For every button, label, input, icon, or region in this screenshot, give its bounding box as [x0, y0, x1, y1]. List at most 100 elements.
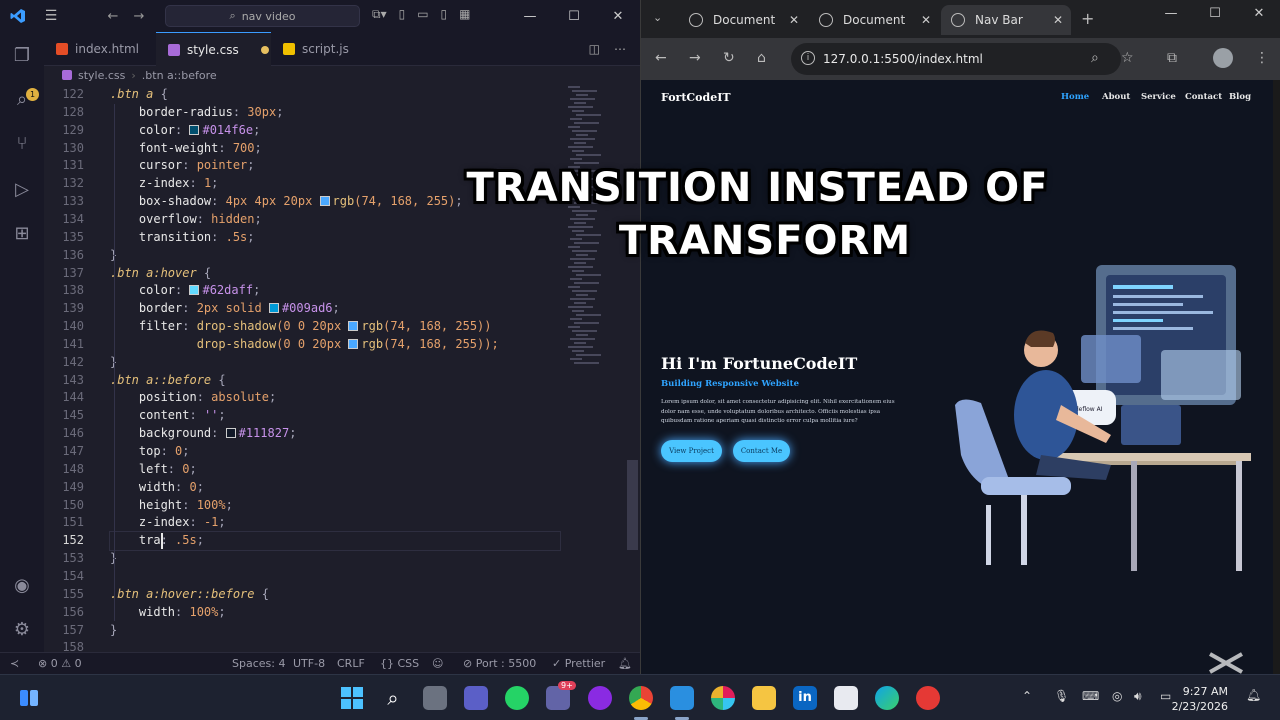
prettier-status[interactable]: ✓ Prettier	[552, 657, 605, 670]
close-tab-icon[interactable]: ✕	[1053, 13, 1063, 27]
tab-search-icon[interactable]: ⌄	[653, 11, 662, 24]
file-explorer-icon[interactable]	[752, 686, 776, 710]
color-swatch-icon[interactable]	[348, 338, 359, 349]
tab-index-html[interactable]: index.html	[44, 32, 156, 66]
code-line[interactable]: 153}	[44, 550, 564, 568]
unsaved-dot-icon[interactable]	[260, 45, 269, 54]
copilot-icon[interactable]: ⧉▾	[372, 7, 387, 22]
edge-icon[interactable]	[875, 686, 899, 710]
bookmark-star-icon[interactable]: ☆	[1121, 50, 1134, 66]
breadcrumb-file[interactable]: style.css	[78, 69, 125, 82]
start-windows-icon[interactable]	[340, 686, 364, 710]
back-arrow-icon[interactable]: ←	[655, 50, 667, 66]
zoom-icon[interactable]: ⌕	[1091, 50, 1099, 66]
code-line[interactable]: 140 filter: drop-shadow(0 0 20px rgb(74,…	[44, 318, 564, 336]
slack-icon[interactable]	[711, 686, 735, 710]
search-icon[interactable]: ⌕	[10, 88, 34, 112]
tab-script-js[interactable]: script.js	[271, 32, 371, 66]
chevron-up-icon[interactable]: ⌃	[1022, 689, 1032, 703]
recorder-icon[interactable]	[916, 686, 940, 710]
toggle-panel-icon[interactable]: ▭	[417, 7, 428, 22]
profile-avatar[interactable]	[1213, 48, 1233, 68]
command-search[interactable]: ⌕ nav video	[165, 5, 360, 27]
menu-kebab-icon[interactable]: ⋮	[1255, 50, 1269, 66]
settings-gear-icon[interactable]: ⚙	[10, 618, 34, 642]
extensions-puzzle-icon[interactable]: ⧉	[1167, 50, 1177, 66]
vscode-taskbar-icon[interactable]	[670, 686, 694, 710]
code-line[interactable]: 148 left: 0;	[44, 461, 564, 479]
maximize-icon[interactable]: ☐	[552, 9, 596, 24]
nav-service[interactable]: Service	[1141, 92, 1176, 102]
browser-tab-nav-bar[interactable]: Nav Bar ✕	[941, 5, 1071, 35]
back-arrow-icon[interactable]: ←	[100, 9, 126, 24]
indentation-status[interactable]: Spaces: 4	[232, 657, 285, 670]
live-server-status[interactable]: ⊘ Port : 5500	[463, 657, 536, 670]
close-tab-icon[interactable]: ✕	[921, 13, 931, 27]
customize-layout-icon[interactable]: ▦	[459, 7, 470, 22]
app-icon[interactable]	[588, 686, 612, 710]
linkedin-icon[interactable]: in	[793, 686, 817, 710]
code-line[interactable]: 128 border-radius: 30px;	[44, 104, 564, 122]
code-line[interactable]: 122 .btn a {	[44, 86, 564, 104]
code-line[interactable]: 137 .btn a:hover {	[44, 265, 564, 283]
tab-style-css[interactable]: style.css	[156, 32, 271, 66]
new-tab-plus-icon[interactable]: +	[1081, 9, 1094, 28]
code-line[interactable]: 146 background: #111827;	[44, 425, 564, 443]
account-icon[interactable]: ◉	[10, 574, 34, 598]
code-line[interactable]: 130 font-weight: 700;	[44, 140, 564, 158]
remote-icon[interactable]: ≺	[10, 657, 19, 670]
maximize-icon[interactable]: ☐	[1193, 6, 1237, 21]
minimize-icon[interactable]: —	[1149, 6, 1193, 21]
code-line[interactable]: 158	[44, 639, 564, 652]
microphone-icon[interactable]: 🎙︎	[1054, 689, 1069, 703]
more-actions-icon[interactable]: ⋯	[614, 42, 626, 56]
close-icon[interactable]: ✕	[1237, 6, 1280, 21]
language-status[interactable]: {} CSS	[380, 657, 419, 670]
color-swatch-icon[interactable]	[189, 285, 200, 296]
eol-status[interactable]: CRLF	[337, 657, 365, 670]
copilot-status-icon[interactable]: ☺	[432, 657, 443, 670]
notification-bell-icon[interactable]: 🔔︎	[1246, 688, 1261, 702]
problems-indicator[interactable]: ⊗ 0 ⚠ 0	[38, 657, 82, 670]
nav-contact[interactable]: Contact	[1185, 92, 1222, 102]
toggle-sidebar-icon[interactable]: ▯	[399, 7, 406, 22]
close-icon[interactable]: ✕	[596, 9, 640, 24]
nav-about[interactable]: About	[1102, 92, 1130, 102]
code-line[interactable]: 139 border: 2px solid #009ad6;	[44, 300, 564, 318]
widgets-icon[interactable]	[18, 687, 40, 709]
task-view-icon[interactable]	[423, 686, 447, 710]
explorer-icon[interactable]: ❐	[10, 44, 34, 68]
menu-icon[interactable]: ☰	[36, 8, 66, 24]
code-line[interactable]: 151 z-index: -1;	[44, 514, 564, 532]
code-line[interactable]: 129 color: #014f6e;	[44, 122, 564, 140]
code-line[interactable]: 155 .btn a:hover::before {	[44, 586, 564, 604]
volume-icon[interactable]: 🔊︎	[1134, 689, 1142, 704]
browser-tab-document-2[interactable]: Document ✕	[809, 5, 939, 35]
close-tab-icon[interactable]: ✕	[789, 13, 799, 27]
breadcrumb-symbol[interactable]: .btn a::before	[142, 69, 217, 82]
split-editor-icon[interactable]: ◫	[589, 42, 600, 56]
address-bar[interactable]: i 127.0.0.1:5500/index.html	[791, 43, 1121, 75]
code-line[interactable]: 145 content: '';	[44, 407, 564, 425]
notifications-bell-icon[interactable]: 🔔︎	[618, 657, 632, 670]
toggle-secondary-sidebar-icon[interactable]: ▯	[441, 7, 448, 22]
encoding-status[interactable]: UTF-8	[293, 657, 325, 670]
battery-icon[interactable]: ▭	[1160, 689, 1171, 703]
search-icon[interactable]: ⌕	[381, 686, 405, 710]
site-info-icon[interactable]: i	[801, 51, 815, 65]
browser-tab-document-1[interactable]: Document ✕	[679, 5, 807, 35]
color-swatch-icon[interactable]	[268, 303, 279, 314]
code-line[interactable]: 150 height: 100%;	[44, 497, 564, 515]
code-line[interactable]: 147 top: 0;	[44, 443, 564, 461]
forward-arrow-icon[interactable]: →	[689, 50, 701, 66]
code-line[interactable]: 143 .btn a::before {	[44, 372, 564, 390]
reload-icon[interactable]: ↻	[723, 50, 735, 66]
editor-scrollbar[interactable]	[627, 460, 638, 550]
color-swatch-icon[interactable]	[225, 428, 236, 439]
chrome-icon[interactable]	[629, 686, 653, 710]
contact-me-button[interactable]: Contact Me	[733, 440, 790, 462]
color-swatch-icon[interactable]	[348, 321, 359, 332]
network-icon[interactable]: ◎	[1112, 689, 1122, 703]
color-swatch-icon[interactable]	[189, 124, 200, 135]
home-icon[interactable]: ⌂	[757, 50, 766, 66]
